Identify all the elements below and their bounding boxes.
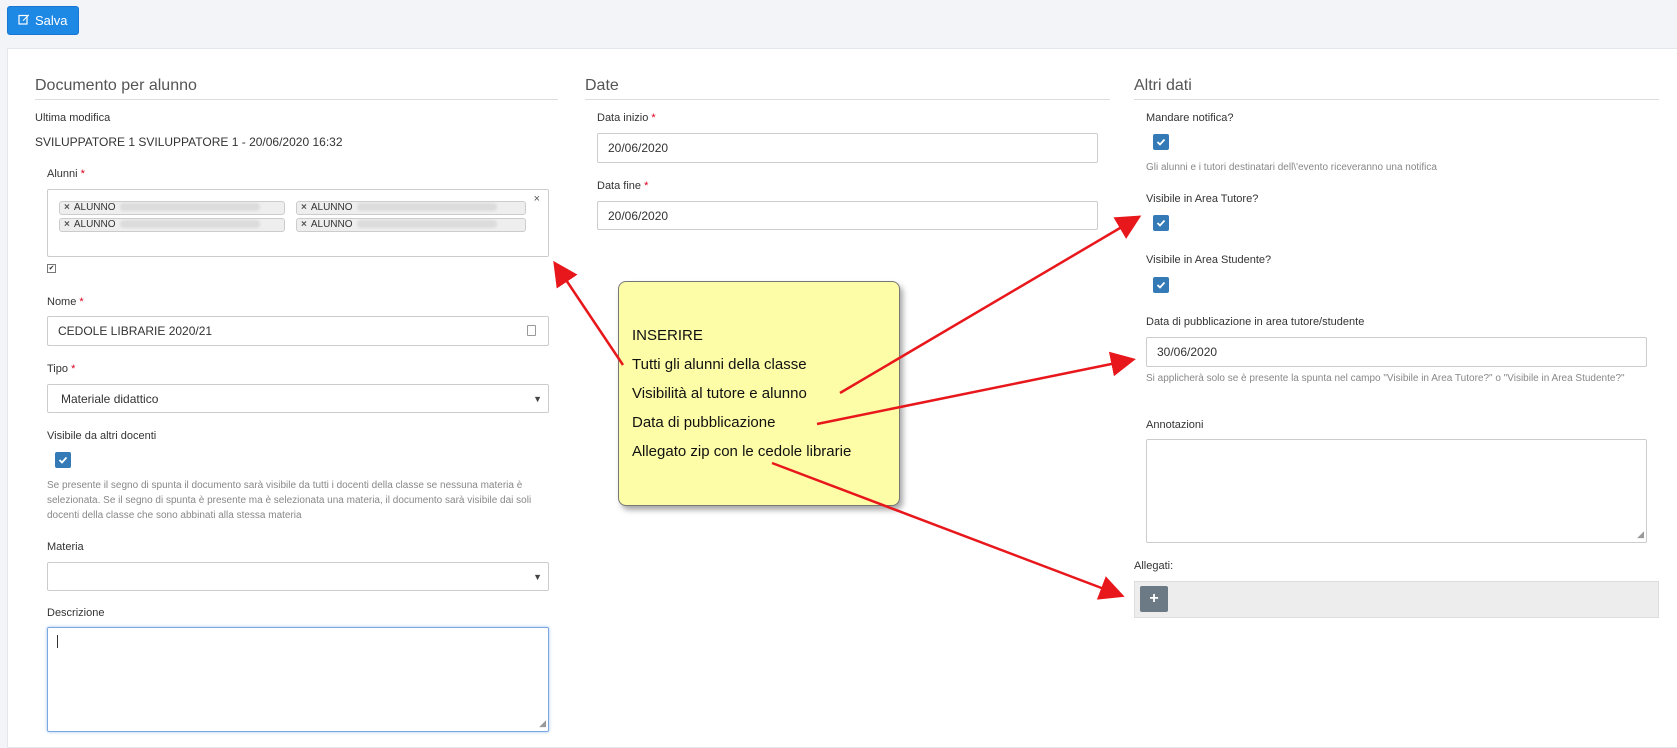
last-modified-label: Ultima modifica xyxy=(35,112,111,124)
student-visible-checkbox[interactable] xyxy=(1153,277,1169,293)
resize-handle-icon[interactable]: ◢ xyxy=(1637,529,1644,540)
end-date-input[interactable]: 20/06/2020 xyxy=(597,201,1098,230)
check-icon xyxy=(1156,219,1166,227)
caret-down-icon: ▼ xyxy=(533,393,542,404)
student-tag[interactable]: × ALUNNO xyxy=(59,218,285,232)
remove-tag-icon[interactable]: × xyxy=(301,202,307,213)
remove-tag-icon[interactable]: × xyxy=(301,219,307,230)
notes-textarea[interactable]: ◢ xyxy=(1146,439,1647,543)
save-button[interactable]: Salva xyxy=(7,6,79,35)
publication-date-label: Data di pubblicazione in area tutore/stu… xyxy=(1146,316,1365,328)
section-title-dates: Date xyxy=(585,77,1110,100)
visible-other-teachers-label: Visibile da altri docenti xyxy=(47,430,157,442)
remove-tag-icon[interactable]: × xyxy=(64,219,70,230)
attachments-label: Allegati: xyxy=(1134,560,1174,572)
student-tag[interactable]: × ALUNNO xyxy=(296,218,526,232)
attachments-area: + xyxy=(1134,581,1659,618)
plus-icon: + xyxy=(1149,590,1159,607)
tutor-visible-label: Visibile in Area Tutore? xyxy=(1146,193,1259,205)
type-label: Tipo * xyxy=(47,363,76,375)
annotation-note: INSERIRE Tutti gli alunni della classe V… xyxy=(618,281,900,506)
tutor-visible-checkbox[interactable] xyxy=(1153,215,1169,231)
visible-other-teachers-help: Se presente il segno di spunta il docume… xyxy=(47,480,532,521)
visible-other-teachers-checkbox[interactable] xyxy=(55,452,71,468)
student-tag[interactable]: × ALUNNO xyxy=(296,201,526,215)
document-icon xyxy=(527,325,536,336)
check-icon xyxy=(58,456,68,464)
notify-checkbox[interactable] xyxy=(1153,134,1169,150)
check-icon xyxy=(1156,281,1166,289)
notify-help: Gli alunni e i tutori destinatari dell\'… xyxy=(1146,162,1437,173)
clear-all-icon[interactable]: × xyxy=(534,193,540,205)
resize-handle-icon[interactable]: ◢ xyxy=(539,718,546,729)
description-label: Descrizione xyxy=(47,607,105,619)
name-input[interactable]: CEDOLE LIBRARIE 2020/21 xyxy=(47,316,549,346)
annotation-line: Data di pubblicazione xyxy=(632,414,776,431)
subject-select[interactable]: ▼ xyxy=(47,562,549,591)
remove-tag-icon[interactable]: × xyxy=(64,202,70,213)
save-button-label: Salva xyxy=(35,13,68,28)
start-date-input[interactable]: 20/06/2020 xyxy=(597,133,1098,163)
caret-down-icon: ▼ xyxy=(533,571,542,582)
student-tag[interactable]: × ALUNNO xyxy=(59,201,285,215)
annotation-line: Allegato zip con le cedole librarie xyxy=(632,443,852,460)
edit-icon xyxy=(18,13,30,28)
publication-date-help: Si applicherà solo se è presente la spun… xyxy=(1146,373,1625,384)
last-modified-value: SVILUPPATORE 1 SVILUPPATORE 1 - 20/06/20… xyxy=(35,135,343,149)
annotation-line: Visibilità al tutore e alunno xyxy=(632,385,807,402)
type-select[interactable]: Materiale didattico ▼ xyxy=(47,384,549,413)
annotation-line: Tutti gli alunni della classe xyxy=(632,356,807,373)
select-all-checkbox[interactable]: ✔ xyxy=(47,264,56,273)
toolbar: Salva xyxy=(0,0,1677,48)
student-visible-label: Visibile in Area Studente? xyxy=(1146,254,1272,266)
text-caret xyxy=(57,635,58,648)
notes-label: Annotazioni xyxy=(1146,419,1204,431)
add-attachment-button[interactable]: + xyxy=(1140,586,1168,612)
description-textarea[interactable]: ◢ xyxy=(47,627,549,732)
section-title-other-data: Altri dati xyxy=(1134,77,1659,100)
annotation-line: INSERIRE xyxy=(632,327,703,344)
name-label: Nome * xyxy=(47,296,84,308)
students-label: Alunni * xyxy=(47,168,85,180)
section-title-document: Documento per alunno xyxy=(35,77,558,100)
check-icon xyxy=(1156,138,1166,146)
students-multiselect[interactable]: × ALUNNO × ALUNNO × ALUNNO × ALUNNO × xyxy=(47,189,549,257)
start-date-label: Data inizio * xyxy=(597,112,656,124)
notify-label: Mandare notifica? xyxy=(1146,112,1234,124)
subject-label: Materia xyxy=(47,541,84,553)
publication-date-input[interactable]: 30/06/2020 xyxy=(1146,337,1647,367)
end-date-label: Data fine * xyxy=(597,180,649,192)
